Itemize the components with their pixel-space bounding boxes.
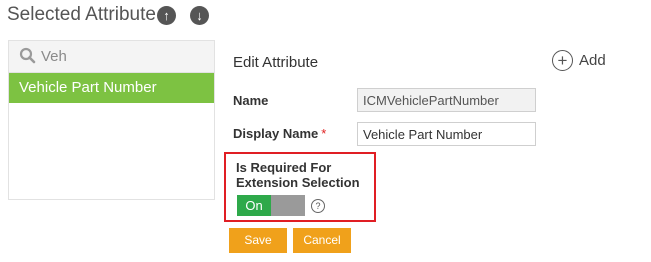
form-title: Edit Attribute bbox=[233, 54, 319, 71]
display-name-field[interactable] bbox=[357, 122, 536, 146]
add-label: Add bbox=[579, 52, 606, 69]
attribute-list-panel: Vehicle Part Number bbox=[8, 40, 215, 200]
required-for-extension-toggle[interactable]: On bbox=[237, 195, 305, 216]
toggle-off-segment bbox=[271, 195, 305, 216]
list-item-vehicle-part-number[interactable]: Vehicle Part Number bbox=[9, 73, 214, 103]
required-for-extension-label: Is Required For Extension Selection bbox=[236, 160, 376, 190]
cancel-button[interactable]: Cancel bbox=[293, 228, 351, 253]
move-up-button[interactable]: ↑ bbox=[157, 6, 176, 25]
name-label: Name bbox=[233, 93, 269, 108]
toggle-on-label: On bbox=[237, 195, 271, 216]
page-title: Selected Attribute bbox=[7, 4, 156, 25]
search-bar bbox=[9, 41, 214, 73]
display-name-label-text: Display Name bbox=[233, 126, 319, 141]
required-for-extension-label-line2: Extension Selection bbox=[236, 175, 360, 190]
name-field[interactable] bbox=[357, 88, 536, 112]
required-marker: * bbox=[321, 126, 327, 141]
search-icon bbox=[19, 47, 36, 64]
display-name-label: Display Name * bbox=[233, 126, 326, 141]
arrow-up-icon: ↑ bbox=[163, 8, 170, 23]
search-input[interactable] bbox=[41, 45, 201, 67]
plus-circle-icon: + bbox=[552, 50, 573, 71]
required-for-extension-label-line1: Is Required For bbox=[236, 160, 332, 175]
save-button[interactable]: Save bbox=[229, 228, 287, 253]
move-down-button[interactable]: ↓ bbox=[190, 6, 209, 25]
arrow-down-icon: ↓ bbox=[196, 8, 203, 23]
help-icon[interactable]: ? bbox=[311, 199, 325, 213]
